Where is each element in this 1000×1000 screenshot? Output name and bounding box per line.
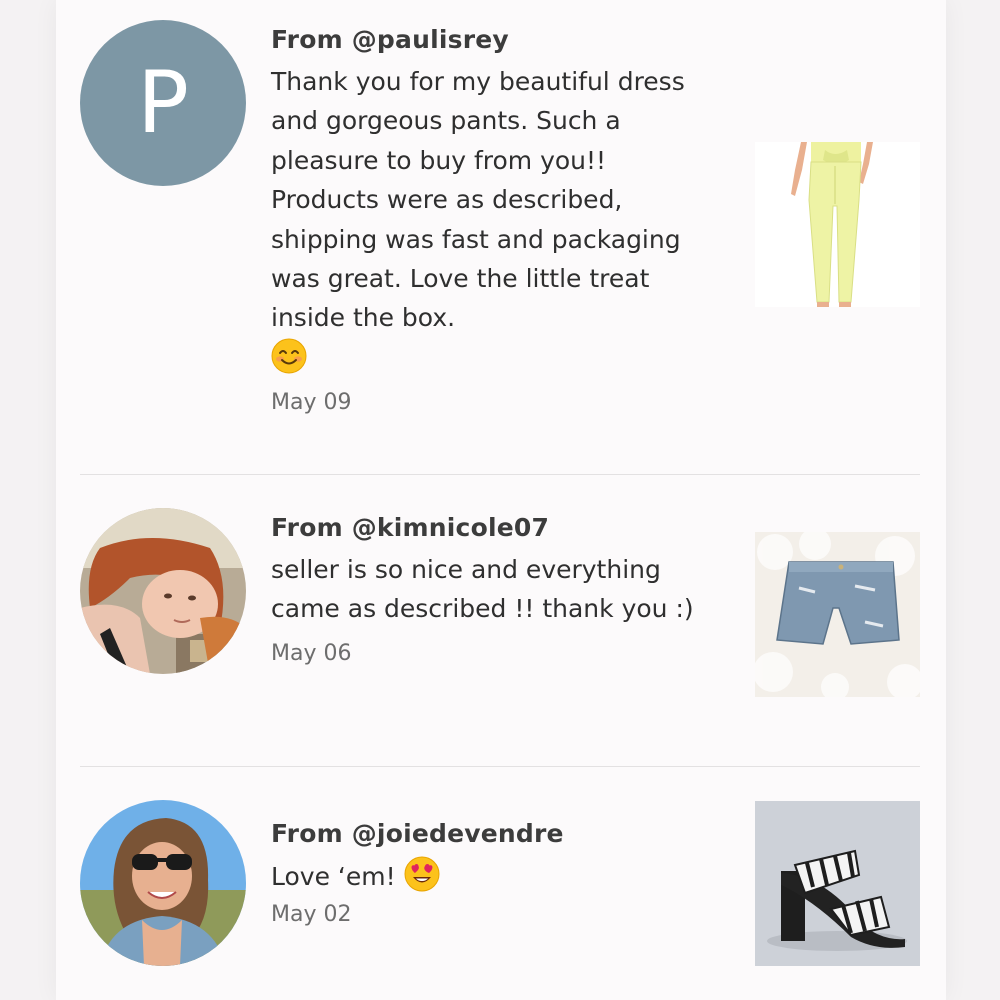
review-body: From @paulisrey Thank you for my beautif… — [271, 22, 721, 418]
heart-eyes-icon — [404, 856, 440, 892]
review-text-content: Thank you for my beautiful dress and gor… — [271, 67, 685, 333]
user-photo — [80, 508, 246, 674]
review-date: May 06 — [271, 640, 352, 666]
review-author[interactable]: From @kimnicole07 — [271, 510, 721, 546]
listing-thumbnail[interactable] — [755, 801, 920, 966]
review-author[interactable]: From @paulisrey — [271, 22, 721, 58]
review-text: seller is so nice and everything came as… — [271, 555, 694, 624]
avatar[interactable]: P — [80, 20, 246, 186]
divider — [80, 766, 920, 767]
review-item: From @joiedevendre Love ‘em! May 02 — [80, 800, 920, 970]
review-text: Love ‘em! — [271, 856, 721, 896]
user-photo — [80, 800, 246, 966]
review-author[interactable]: From @joiedevendre — [271, 816, 721, 852]
yellow-pants-photo — [755, 142, 920, 307]
review-item: P From @paulisrey Thank you for my beaut… — [80, 20, 920, 440]
listing-thumbnail[interactable] — [755, 532, 920, 697]
review-date: May 09 — [271, 390, 352, 416]
review-body: From @kimnicole07 seller is so nice and … — [271, 510, 721, 669]
avatar[interactable] — [80, 800, 246, 966]
denim-shorts-photo — [755, 532, 920, 697]
review-text-content: Love ‘em! — [271, 862, 396, 891]
review-text: Thank you for my beautiful dress and gor… — [271, 62, 721, 378]
review-item: From @kimnicole07 seller is so nice and … — [80, 508, 920, 738]
zebra-heels-photo — [755, 801, 920, 966]
avatar[interactable] — [80, 508, 246, 674]
review-date: May 02 — [271, 902, 352, 928]
smiling-face-icon — [271, 338, 307, 374]
reviews-panel: P From @paulisrey Thank you for my beaut… — [56, 0, 946, 1000]
divider — [80, 474, 920, 475]
avatar-letter: P — [137, 53, 189, 153]
listing-thumbnail[interactable] — [755, 142, 920, 307]
review-body: From @joiedevendre Love ‘em! May 02 — [271, 816, 721, 930]
